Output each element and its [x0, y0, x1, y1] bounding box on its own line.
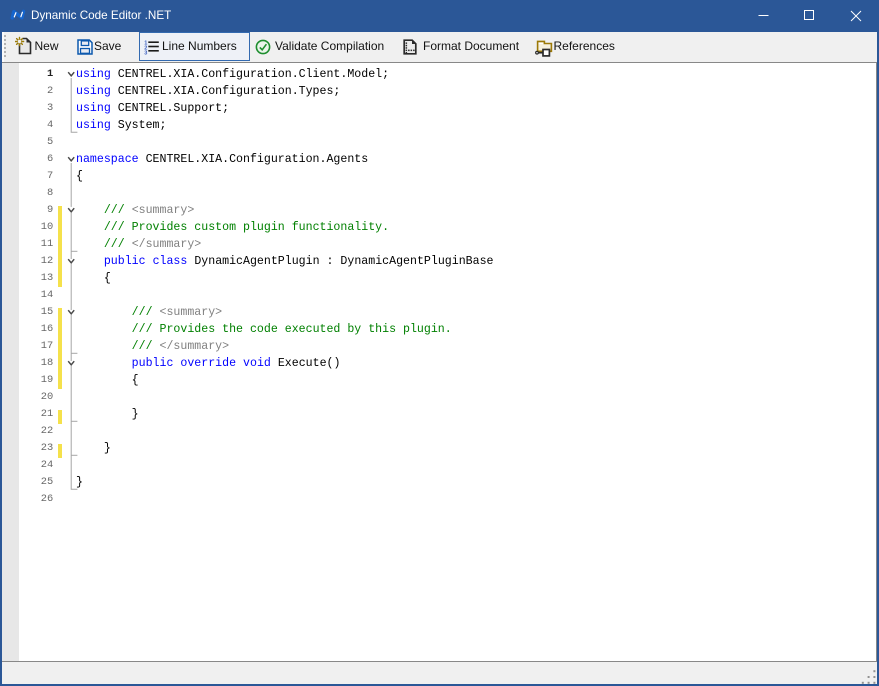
svg-text:3: 3 — [144, 50, 147, 55]
